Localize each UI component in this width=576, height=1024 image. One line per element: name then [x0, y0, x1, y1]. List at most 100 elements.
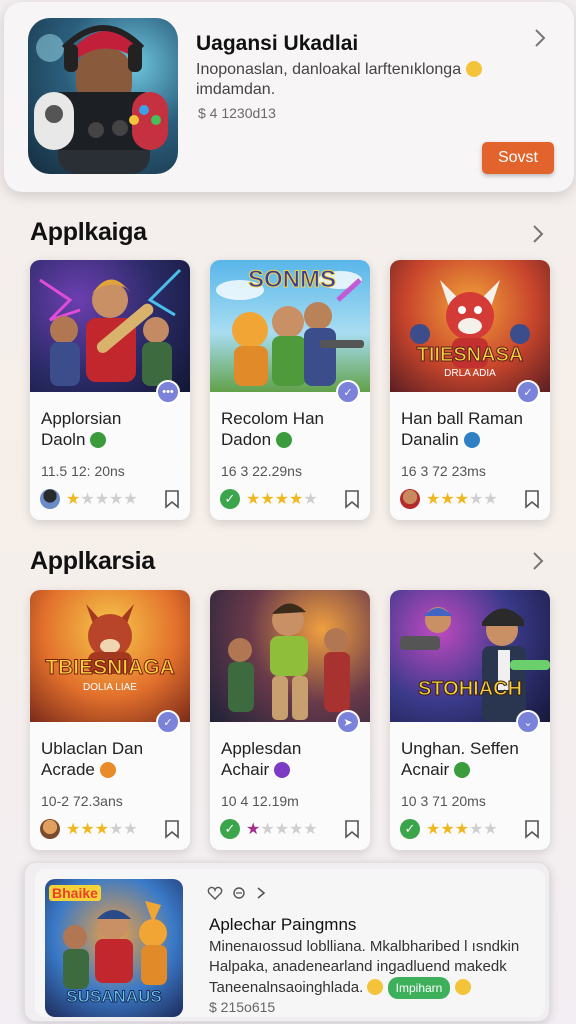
arrow-badge-icon[interactable]: ➤ [336, 710, 360, 734]
app-card[interactable]: STOHIACH ⌄ Unghan. Seffen Acnair 10 3 71… [390, 590, 550, 850]
app-thumbnail [210, 590, 370, 722]
app-thumbnail [30, 260, 190, 392]
card-footer: ★★★★★ [40, 818, 180, 840]
app-subtitle-text: Dadon [221, 430, 272, 449]
star-rating: ★★★★★ [426, 821, 498, 838]
app-subtitle: Acnair [401, 760, 471, 780]
check-icon: ✓ [220, 489, 240, 509]
avatar [40, 489, 60, 509]
promo-tag[interactable]: Impiharn [387, 977, 451, 999]
app-name: Ublaclan Dan [41, 739, 144, 758]
bookmark-icon[interactable] [344, 819, 360, 844]
app-name: Recolom Han [221, 409, 324, 428]
promo-desc-line2: Halpaka, anadenearland ingadluend makedk [209, 958, 507, 975]
check-icon: ✓ [220, 819, 240, 839]
app-thumbnail: SONMS [210, 260, 370, 392]
star-rating: ★★★★★ [66, 821, 138, 838]
app-stat: 11.5 12: 20ns [41, 463, 125, 479]
app-card[interactable]: TBIESNIAGA DOLIA LIAE ✓ Ublaclan Dan Acr… [30, 590, 190, 850]
section-1-chevron-icon[interactable] [530, 222, 546, 246]
app-stat: 10 4 12.19m [221, 793, 299, 809]
card-footer: ✓ ★★★★★ [220, 818, 360, 840]
app-name: Unghan. Seffen [401, 739, 519, 758]
app-subtitle: Achair [221, 760, 291, 780]
card-footer: ★★★★★ [400, 488, 540, 510]
emoji-icon [90, 432, 107, 448]
promo-title: Aplechar Paingmns [209, 915, 357, 934]
app-subtitle-text: Acrade [41, 760, 95, 779]
featured-app-title: Uagansi Ukadlai [196, 32, 359, 55]
thumb-label: TIIESNASA [416, 344, 524, 367]
app-name: Applorsian [41, 409, 122, 428]
heart-icon[interactable] [207, 885, 223, 906]
app-thumbnail: TBIESNIAGA DOLIA LIAE [30, 590, 190, 722]
section-title-1: Applkaiga [30, 218, 147, 246]
thumb-sublabel: DOLIA LIAE [83, 682, 137, 693]
promo-art: Bhaike SUSANAUS [45, 879, 183, 1017]
app-card[interactable]: ••• Applorsian Daoln 11.5 12: 20ns ★★★★★ [30, 260, 190, 520]
section-2-chevron-icon[interactable] [530, 549, 546, 573]
emoji-icon [274, 762, 291, 778]
thumb-label: SONMS [247, 266, 336, 294]
check-badge-icon[interactable]: ✓ [156, 710, 180, 734]
promo-card[interactable]: Bhaike SUSANAUS Aplechar Paingmns Minena… [24, 862, 550, 1022]
thumb-label: STOHIACH [417, 678, 523, 701]
app-name: Applesdan [221, 739, 302, 758]
smile-emoji-icon [454, 979, 471, 995]
featured-desc-line1: Inoponaslan, danloakal larftenıklonga [196, 61, 462, 78]
promo-desc-line1: Minenaıossud loblliana. Mkalbharibed l ı… [209, 938, 520, 955]
check-icon: ✓ [400, 819, 420, 839]
thumb-sublabel: DRLA ADIA [444, 368, 496, 379]
app-subtitle: Daoln [41, 430, 107, 450]
card-footer: ✓ ★★★★★ [220, 488, 360, 510]
card-footer: ★★★★★ [40, 488, 180, 510]
app-subtitle-text: Danalin [401, 430, 459, 449]
avatar [400, 489, 420, 509]
smile-emoji-icon [465, 60, 482, 77]
bookmark-icon[interactable] [164, 489, 180, 514]
bookmark-icon[interactable] [524, 489, 540, 514]
app-stat: 10-2 72.3ans [41, 793, 123, 809]
star-rating: ★★★★★ [246, 821, 318, 838]
chevron-badge-icon[interactable]: ⌄ [516, 710, 540, 734]
app-card[interactable]: ➤ Applesdan Achair 10 4 12.19m ✓ ★★★★★ [210, 590, 370, 850]
smile-emoji-icon [367, 979, 384, 995]
section-title-2: Applkarsia [30, 547, 155, 575]
avatar [40, 819, 60, 839]
star-rating: ★★★★★ [66, 491, 138, 508]
check-badge-icon[interactable]: ✓ [336, 380, 360, 404]
app-card[interactable]: SONMS ✓ Recolom Han Dadon 16 3 22.29ns ✓… [210, 260, 370, 520]
promo-description: Minenaıossud loblliana. Mkalbharibed l ı… [209, 937, 539, 999]
app-card[interactable]: TIIESNASA DRLA ADIA ✓ Han ball Raman Dan… [390, 260, 550, 520]
featured-cta-button[interactable]: Sovst [482, 142, 554, 174]
app-name: Han ball Raman [401, 409, 523, 428]
app-subtitle: Acrade [41, 760, 116, 780]
app-subtitle-text: Daoln [41, 430, 86, 449]
emoji-icon [463, 432, 480, 448]
featured-desc-line2: imdamdan. [196, 81, 276, 98]
promo-art-title: SUSANAUS [66, 987, 162, 1007]
bookmark-icon[interactable] [524, 819, 540, 844]
circle-icon[interactable] [231, 885, 247, 906]
app-stat: 16 3 72 23ms [401, 463, 486, 479]
emoji-icon [454, 762, 471, 778]
check-badge-icon[interactable]: ✓ [516, 380, 540, 404]
promo-desc-line3: Taneenalnsaoinghlada. [209, 978, 364, 996]
bookmark-icon[interactable] [164, 819, 180, 844]
options-badge-icon[interactable]: ••• [156, 380, 180, 404]
app-thumbnail: TIIESNASA DRLA ADIA [390, 260, 550, 392]
thumb-label: TBIESNIAGA [45, 656, 176, 680]
bookmark-icon[interactable] [344, 489, 360, 514]
featured-app-card[interactable]: Uagansi Ukadlai Inoponaslan, danloakal l… [4, 2, 574, 192]
emoji-icon [276, 432, 293, 448]
promo-art-label: Bhaike [49, 885, 101, 901]
chevron-right-icon[interactable] [532, 26, 548, 50]
app-subtitle: Danalin [401, 430, 480, 450]
chevron-right-icon[interactable] [255, 885, 267, 906]
app-thumbnail: STOHIACH [390, 590, 550, 722]
app-stat: 10 3 71 20ms [401, 793, 486, 809]
app-subtitle-text: Achair [221, 760, 270, 779]
promo-inner: Bhaike SUSANAUS Aplechar Paingmns Minena… [35, 869, 545, 1017]
emoji-icon [99, 762, 116, 778]
featured-app-meta: $ 4 1230d13 [198, 105, 276, 121]
